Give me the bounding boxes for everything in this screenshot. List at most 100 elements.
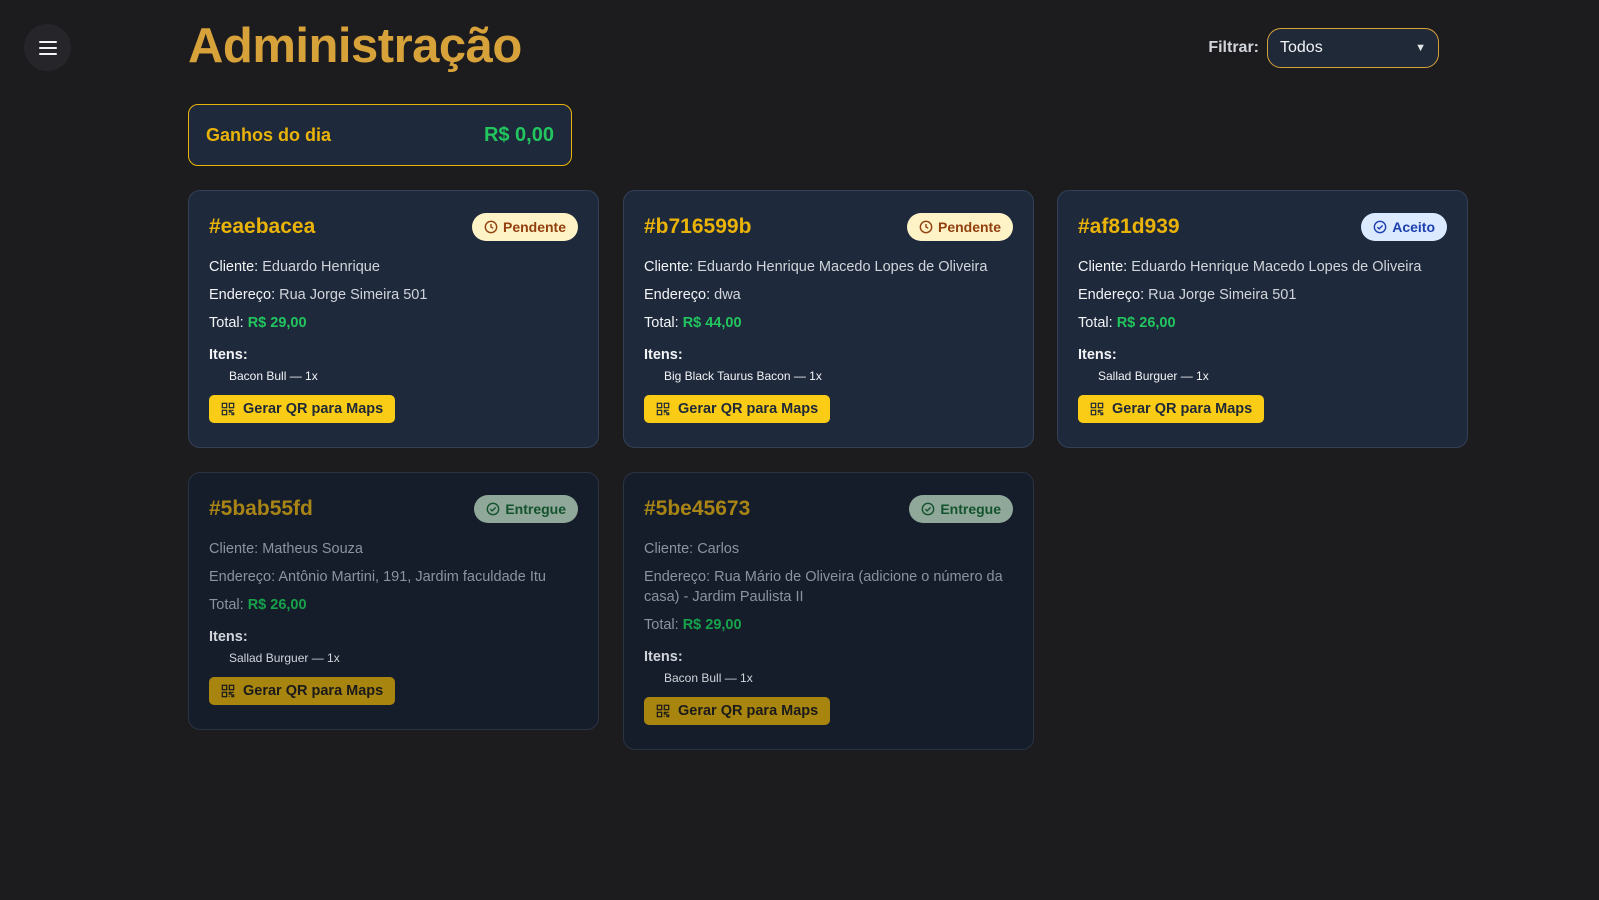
filter: Filtrar: Todos ▼ (1208, 28, 1439, 68)
address-value: Rua Jorge Simeira 501 (279, 287, 428, 303)
client-label: Cliente: (1078, 259, 1128, 275)
order-client: Cliente: Eduardo Henrique (209, 257, 578, 277)
address-label: Endereço: (1078, 287, 1145, 303)
order-id: #b716599b (644, 215, 752, 238)
generate-qr-label: Gerar QR para Maps (1112, 401, 1253, 417)
filter-select-value: Todos (1280, 39, 1323, 56)
status-badge: Entregue (474, 495, 578, 523)
client-name: Eduardo Henrique Macedo Lopes de Oliveir… (1131, 259, 1422, 275)
status-badge: Pendente (471, 213, 578, 241)
hamburger-icon (38, 40, 57, 55)
order-address: Endereço: Antônio Martini, 191, Jardim f… (209, 567, 578, 587)
client-label: Cliente: (209, 541, 259, 557)
status-badge: Pendente (906, 213, 1013, 241)
address-value: Rua Jorge Simeira 501 (1148, 287, 1297, 303)
generate-qr-button[interactable]: Gerar QR para Maps (644, 395, 831, 423)
page-title: Administração (188, 19, 522, 73)
generate-qr-label: Gerar QR para Maps (243, 683, 384, 699)
status-badge-label: Aceito (1392, 219, 1435, 235)
order-card: #b716599b Pendente Cliente: Eduardo Henr… (623, 190, 1034, 448)
generate-qr-label: Gerar QR para Maps (243, 401, 384, 417)
order-total: Total: R$ 29,00 (644, 615, 1013, 635)
client-name: Eduardo Henrique Macedo Lopes de Oliveir… (697, 259, 988, 275)
menu-button[interactable] (24, 24, 71, 71)
clock-icon (919, 220, 933, 234)
total-label: Total: (644, 617, 679, 633)
order-client: Cliente: Matheus Souza (209, 539, 578, 559)
chevron-down-icon: ▼ (1415, 42, 1426, 54)
filter-select[interactable]: Todos ▼ (1267, 28, 1439, 68)
total-value: R$ 26,00 (247, 597, 307, 613)
generate-qr-button[interactable]: Gerar QR para Maps (209, 395, 396, 423)
order-client: Cliente: Eduardo Henrique Macedo Lopes d… (644, 257, 1013, 277)
status-badge-label: Pendente (502, 219, 566, 235)
qr-code-icon (1090, 402, 1104, 416)
total-value: R$ 29,00 (247, 315, 307, 331)
client-label: Cliente: (644, 541, 694, 557)
items-title: Itens: (209, 347, 248, 363)
address-label: Endereço: (644, 287, 711, 303)
address-value: dwa (714, 287, 741, 303)
total-label: Total: (1078, 315, 1113, 331)
status-badge-label: Entregue (505, 501, 566, 517)
order-id: #af81d939 (1078, 215, 1180, 238)
filter-label: Filtrar: (1208, 39, 1259, 56)
check-circle-icon (1373, 220, 1387, 234)
qr-code-icon (221, 684, 235, 698)
status-badge: Entregue (909, 495, 1013, 523)
check-circle-icon (486, 502, 500, 516)
order-id: #5be45673 (644, 497, 751, 520)
total-label: Total: (209, 597, 244, 613)
generate-qr-label: Gerar QR para Maps (678, 703, 819, 719)
order-item: Big Black Taurus Bacon — 1x (664, 369, 822, 383)
order-address: Endereço: dwa (644, 285, 1013, 305)
qr-code-icon (656, 402, 670, 416)
check-circle-icon (921, 502, 935, 516)
order-card: #eaebacea Pendente Cliente: Eduardo Henr… (188, 190, 599, 448)
order-item: Sallad Burguer — 1x (1098, 369, 1209, 383)
order-client: Cliente: Carlos (644, 539, 1013, 559)
order-address: Endereço: Rua Jorge Simeira 501 (1078, 285, 1447, 305)
order-card: #af81d939 Aceito Cliente: Eduardo Henriq… (1057, 190, 1468, 448)
order-id: #5bab55fd (209, 497, 313, 520)
client-name: Matheus Souza (262, 541, 363, 557)
generate-qr-button[interactable]: Gerar QR para Maps (644, 697, 831, 725)
client-name: Eduardo Henrique (262, 259, 380, 275)
order-id: #eaebacea (209, 215, 316, 238)
status-badge: Aceito (1361, 213, 1447, 241)
items-title: Itens: (209, 629, 248, 645)
order-item: Bacon Bull — 1x (229, 369, 318, 383)
order-item: Bacon Bull — 1x (664, 671, 753, 685)
total-label: Total: (644, 315, 679, 331)
qr-code-icon (221, 402, 235, 416)
generate-qr-button[interactable]: Gerar QR para Maps (1078, 395, 1265, 423)
clock-icon (484, 220, 498, 234)
daily-earnings-label: Ganhos do dia (206, 124, 332, 145)
order-item: Sallad Burguer — 1x (229, 651, 340, 665)
order-card: #5be45673 Entregue Cliente: Carlos Ender… (623, 472, 1034, 750)
order-total: Total: R$ 26,00 (209, 595, 578, 615)
order-address: Endereço: Rua Jorge Simeira 501 (209, 285, 578, 305)
generate-qr-button[interactable]: Gerar QR para Maps (209, 677, 396, 705)
order-total: Total: R$ 44,00 (644, 313, 1013, 333)
total-value: R$ 44,00 (682, 315, 742, 331)
address-label: Endereço: (644, 569, 711, 585)
order-total: Total: R$ 29,00 (209, 313, 578, 333)
address-label: Endereço: (209, 569, 276, 585)
items-title: Itens: (644, 649, 683, 665)
daily-earnings-value: R$ 0,00 (483, 123, 554, 146)
address-label: Endereço: (209, 287, 276, 303)
client-label: Cliente: (644, 259, 694, 275)
items-title: Itens: (1078, 347, 1117, 363)
qr-code-icon (656, 704, 670, 718)
total-label: Total: (209, 315, 244, 331)
order-client: Cliente: Eduardo Henrique Macedo Lopes d… (1078, 257, 1447, 277)
client-name: Carlos (697, 541, 740, 557)
total-value: R$ 26,00 (1116, 315, 1176, 331)
total-value: R$ 29,00 (682, 617, 742, 633)
generate-qr-label: Gerar QR para Maps (678, 401, 819, 417)
status-badge-label: Pendente (937, 219, 1001, 235)
order-total: Total: R$ 26,00 (1078, 313, 1447, 333)
order-card: #5bab55fd Entregue Cliente: Matheus Souz… (188, 472, 599, 730)
items-title: Itens: (644, 347, 683, 363)
